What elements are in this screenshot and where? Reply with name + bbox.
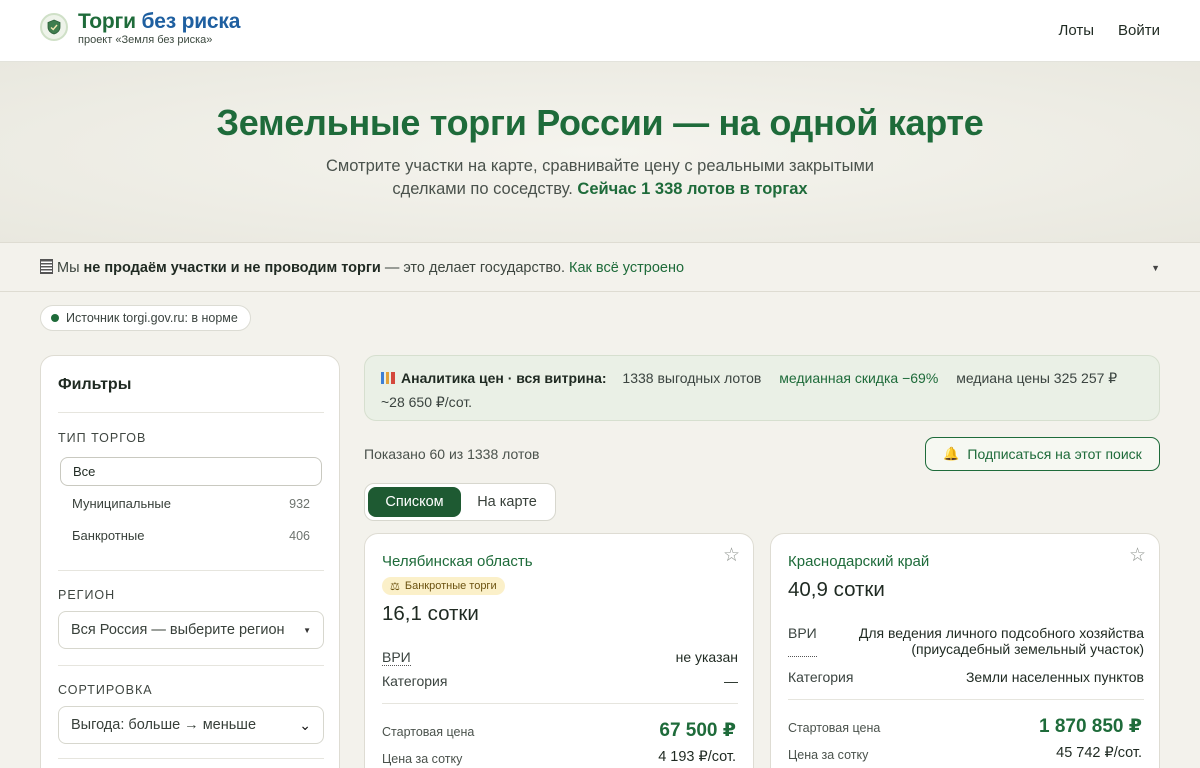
- lot-category-row: Категория Земли населенных пунктов: [788, 669, 1144, 685]
- lot-region: Челябинская область: [382, 553, 533, 570]
- hero-desc-line2: сделками по соседству.: [392, 180, 573, 198]
- category-label: Категория: [382, 673, 448, 689]
- badge-label: Банкротные торги: [404, 580, 497, 592]
- hero-desc-line1: Смотрите участки на карте, сравнивайте ц…: [325, 157, 875, 175]
- vri-label: ВРИ: [788, 625, 817, 657]
- price-per-sotka-value: 4 193 ₽/сот.: [658, 749, 736, 765]
- status-dot-icon: [51, 314, 59, 322]
- chevron-down-icon: ⌄: [299, 716, 311, 733]
- scales-icon: ⚖: [390, 580, 400, 593]
- vri-value-line2: (приусадебный земельный участок): [911, 641, 1144, 657]
- star-favorite-icon[interactable]: ☆: [723, 544, 740, 567]
- analytics-discount: медианная скидка −69%: [779, 370, 939, 386]
- category-value: Земли населенных пунктов: [965, 669, 1144, 685]
- view-toggle: Списком На карте: [364, 483, 556, 521]
- sort-label: СОРТИРОВКА: [58, 683, 153, 697]
- top-navbar: Торги без риска проект «Земля без риска»…: [0, 0, 1200, 62]
- notice-text: Мы не продаём участки и не проводим торг…: [40, 259, 684, 276]
- hero-section: Земельные торги России — на одной карте …: [0, 62, 1200, 242]
- brand-subtitle: проект «Земля без риска»: [78, 34, 213, 46]
- vri-value: не указан: [675, 649, 738, 665]
- region-select[interactable]: Вся Россия — выберите регион ▼: [58, 611, 324, 649]
- lot-card[interactable]: Краснодарский край ☆ 40,9 сотки ВРИ Для …: [770, 533, 1160, 768]
- analytics-per-sotka: ~28 650 ₽/сот.: [381, 394, 473, 410]
- info-notice-bar[interactable]: Мы не продаём участки и не проводим торг…: [0, 242, 1200, 292]
- divider: [58, 665, 324, 666]
- filters-panel: Фильтры ТИП ТОРГОВ Все Муниципальные 932…: [40, 355, 340, 768]
- price-per-sotka-label: Цена за сотку: [788, 748, 869, 762]
- source-status-pill: Источник torgi.gov.ru: в норме: [40, 305, 251, 331]
- notice-part2: — это делает государство.: [384, 260, 565, 276]
- how-it-works-link[interactable]: Как всё устроено: [569, 260, 684, 276]
- brand-name[interactable]: Торги без риска: [78, 10, 240, 34]
- option-label: Все: [73, 464, 96, 479]
- vri-value-line1: Для ведения личного подсобного хозяйства: [858, 625, 1144, 641]
- caret-down-icon[interactable]: ▼: [1151, 263, 1160, 273]
- nav-lots-link[interactable]: Лоты: [1059, 22, 1095, 39]
- divider: [382, 703, 738, 704]
- hero-title: Земельные торги России — на одной карте: [216, 102, 984, 143]
- trade-type-option-all[interactable]: Все: [60, 457, 322, 486]
- divider: [58, 758, 324, 759]
- bar-chart-icon: [381, 372, 395, 384]
- start-price-label: Стартовая цена: [788, 721, 881, 735]
- category-label: Категория: [788, 669, 854, 685]
- region-label: РЕГИОН: [58, 588, 116, 602]
- option-count: 406: [289, 528, 310, 543]
- brand-part-2: без риска: [141, 10, 241, 33]
- shown-count: Показано 60 из 1338 лотов: [364, 446, 540, 462]
- trade-type-option-bankrupt[interactable]: Банкротные 406: [60, 521, 322, 550]
- start-price-label: Стартовая цена: [382, 725, 475, 739]
- brand-part-1: Торги: [78, 10, 136, 33]
- subscribe-search-button[interactable]: 🔔 Подписаться на этот поиск: [925, 437, 1160, 471]
- lot-category-row: Категория —: [382, 673, 738, 689]
- bell-icon: 🔔: [943, 446, 960, 461]
- divider: [58, 412, 324, 413]
- logo-emblem-icon[interactable]: [40, 13, 68, 41]
- option-label: Банкротные: [72, 528, 145, 543]
- option-count: 932: [289, 496, 310, 511]
- document-icon: [40, 259, 53, 274]
- view-list-button[interactable]: Списком: [368, 487, 461, 517]
- price-per-sotka-label: Цена за сотку: [382, 752, 463, 766]
- category-value: —: [724, 673, 738, 689]
- star-favorite-icon[interactable]: ☆: [1129, 544, 1146, 567]
- analytics-title: Аналитика цен · вся витрина:: [401, 370, 607, 386]
- price-analytics-box: Аналитика цен · вся витрина: 1338 выгодн…: [364, 355, 1160, 421]
- vri-label: ВРИ: [382, 649, 411, 666]
- lot-area: 40,9 сотки: [788, 578, 885, 601]
- trade-type-option-municipal[interactable]: Муниципальные 932: [60, 489, 322, 518]
- option-label: Муниципальные: [72, 496, 172, 511]
- main-nav: Лоты Войти: [1059, 22, 1161, 39]
- filters-title: Фильтры: [58, 376, 132, 393]
- notice-part1: Мы: [57, 260, 80, 276]
- notice-bold: не продаём участки и не проводим торги: [83, 260, 381, 276]
- start-price-value: 67 500 ₽: [659, 720, 736, 741]
- divider: [788, 699, 1144, 700]
- analytics-lots: 1338 выгодных лотов: [622, 370, 762, 386]
- subscribe-label: Подписаться на этот поиск: [967, 446, 1142, 462]
- caret-down-icon: ▼: [303, 625, 311, 635]
- trade-type-label: ТИП ТОРГОВ: [58, 431, 147, 445]
- hero-description: Смотрите участки на карте, сравнивайте ц…: [300, 155, 900, 201]
- view-map-button[interactable]: На карте: [461, 487, 553, 517]
- sort-select-value: Выгода: больше → меньше: [71, 717, 257, 733]
- lot-vri-row: ВРИ Для ведения личного подсобного хозяй…: [788, 625, 1144, 657]
- analytics-median: медиана цены 325 257 ₽: [956, 370, 1118, 386]
- divider: [58, 570, 324, 571]
- lot-area: 16,1 сотки: [382, 602, 479, 625]
- lot-vri-row: ВРИ не указан: [382, 649, 738, 666]
- nav-login-link[interactable]: Войти: [1118, 22, 1160, 39]
- lot-region: Краснодарский край: [788, 553, 930, 570]
- bankrupt-badge: ⚖ Банкротные торги: [382, 577, 505, 595]
- start-price-value: 1 870 850 ₽: [1038, 716, 1142, 737]
- source-status-label: Источник torgi.gov.ru: в норме: [66, 311, 238, 325]
- vri-value: Для ведения личного подсобного хозяйства…: [859, 625, 1144, 657]
- sort-select[interactable]: Выгода: больше → меньше ⌄: [58, 706, 324, 744]
- region-select-value: Вся Россия — выберите регион: [71, 622, 285, 638]
- price-per-sotka-value: 45 742 ₽/сот.: [1056, 745, 1142, 761]
- hero-lots-count: Сейчас 1 338 лотов в торгах: [577, 180, 808, 198]
- lot-card[interactable]: Челябинская область ☆ ⚖ Банкротные торги…: [364, 533, 754, 768]
